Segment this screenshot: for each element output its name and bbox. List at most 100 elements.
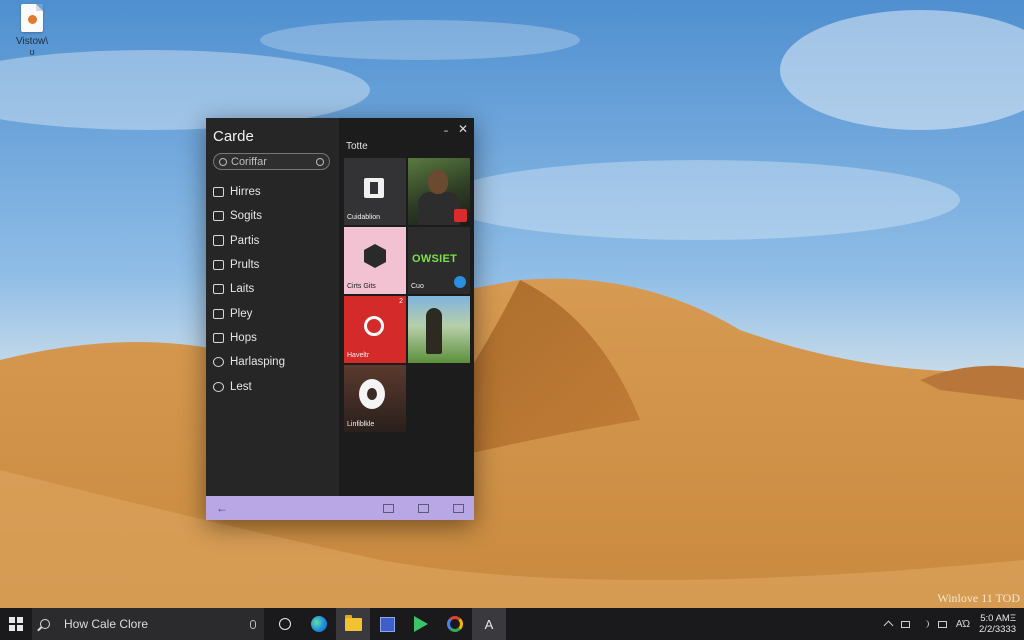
tile-caption: Cirts Gits bbox=[347, 283, 376, 290]
sidebar-search-input[interactable] bbox=[227, 155, 309, 168]
mic-icon[interactable] bbox=[250, 619, 256, 629]
sidebar-item-label: Partis bbox=[230, 234, 260, 247]
sidebar-item-hops[interactable]: Hops bbox=[213, 326, 337, 350]
sidebar-item-label: Laits bbox=[230, 283, 255, 296]
desktop-icon-sublabel: ʊ bbox=[29, 47, 35, 57]
clock-time: 5:0 ΑΜΞ bbox=[980, 613, 1016, 624]
content-pane: ˗ ✕ Totte Cuidablion Cirts Gits OWSIET C… bbox=[339, 118, 474, 496]
app-window: Carde Hirres Sogits Partis Prults bbox=[206, 118, 474, 520]
close-button[interactable]: ✕ bbox=[458, 121, 468, 137]
grid-icon bbox=[213, 235, 224, 247]
sidebar-item-hirres[interactable]: Hirres bbox=[213, 180, 337, 204]
tile-3[interactable]: Cirts Gits bbox=[344, 227, 406, 294]
taskbar-search[interactable] bbox=[32, 608, 264, 640]
sidebar-item-partis[interactable]: Partis bbox=[213, 229, 337, 253]
tile-caption: Linfiblkle bbox=[347, 421, 375, 428]
cortana-icon bbox=[279, 618, 291, 630]
clock-icon bbox=[213, 381, 224, 392]
taskbar-chrome[interactable] bbox=[438, 608, 472, 640]
font-app-icon: A bbox=[484, 616, 494, 632]
person-head bbox=[428, 170, 448, 194]
taskbar-search-input[interactable] bbox=[62, 616, 236, 632]
chrome-icon bbox=[447, 616, 463, 632]
tile-2[interactable] bbox=[408, 158, 470, 225]
layout-icon[interactable] bbox=[453, 503, 464, 513]
sidebar-item-label: Lest bbox=[230, 380, 252, 393]
start-button[interactable] bbox=[0, 608, 32, 640]
sidebar-item-laits[interactable]: Laits bbox=[213, 277, 337, 301]
sidebar-item-label: Harlasping bbox=[230, 356, 285, 369]
search-icon bbox=[219, 157, 227, 166]
minimize-button[interactable]: ˗ bbox=[444, 121, 448, 137]
sidebar-nav: Hirres Sogits Partis Prults Laits Pley H… bbox=[213, 180, 337, 399]
tile-7[interactable]: Linfiblkle bbox=[344, 365, 406, 432]
play-store-icon bbox=[414, 616, 428, 632]
sidebar-item-pley[interactable]: Pley bbox=[213, 301, 337, 325]
share-icon[interactable] bbox=[418, 503, 429, 513]
card-icon bbox=[213, 260, 224, 271]
app-logo-icon bbox=[364, 178, 384, 198]
app-logo-icon bbox=[359, 379, 385, 409]
tile-count: 2 bbox=[399, 298, 403, 305]
tile-caption: Haveltr bbox=[347, 352, 370, 359]
sidebar-item-harlasping[interactable]: Harlasping bbox=[213, 350, 337, 374]
taskbar-store[interactable] bbox=[370, 608, 404, 640]
person-figure bbox=[426, 308, 442, 354]
tile-5[interactable]: 2 Haveltr bbox=[344, 296, 406, 363]
taskbar: A ΑΏ 5:0 ΑΜΞ 2/2/3333 bbox=[0, 608, 1024, 640]
file-explorer-icon bbox=[344, 614, 362, 631]
sidebar-item-sogits[interactable]: Sogits bbox=[213, 204, 337, 228]
desktop-wallpaper bbox=[0, 0, 1024, 608]
search-icon bbox=[40, 619, 50, 629]
os-watermark: Winlove 11 TOD bbox=[937, 591, 1020, 605]
tile-caption: Cuidablion bbox=[347, 214, 381, 221]
sidebar-item-label: Sogits bbox=[230, 210, 262, 223]
sidebar-item-lest[interactable]: Lest bbox=[213, 374, 337, 398]
gear-icon bbox=[213, 357, 224, 368]
taskbar-cortana[interactable] bbox=[268, 608, 302, 640]
back-arrow-icon[interactable]: ← bbox=[216, 501, 228, 515]
desktop-icon-label: Vistow\ bbox=[15, 36, 49, 47]
sidebar-item-label: Hirres bbox=[230, 186, 261, 199]
music-icon bbox=[364, 316, 384, 336]
mic-icon[interactable] bbox=[316, 157, 324, 166]
windows-logo-icon bbox=[9, 617, 23, 631]
sidebar-item-prults[interactable]: Prults bbox=[213, 253, 337, 277]
sidebar-search[interactable] bbox=[213, 153, 330, 170]
hop-icon bbox=[213, 332, 224, 343]
app-title: Carde bbox=[213, 128, 254, 145]
tile-6[interactable] bbox=[408, 296, 470, 363]
list-icon bbox=[213, 211, 224, 222]
sidebar: Carde Hirres Sogits Partis Prults bbox=[206, 118, 339, 496]
taskbar-file-explorer[interactable] bbox=[336, 608, 370, 640]
desktop-file-icon[interactable]: Vistow\ ʊ bbox=[10, 4, 54, 57]
file-icon bbox=[21, 4, 43, 32]
taskbar-apps: A bbox=[268, 608, 506, 640]
tile-wordmark: OWSIET bbox=[412, 253, 458, 265]
tile-caption: Cuo bbox=[411, 283, 424, 290]
window-icon[interactable] bbox=[383, 503, 394, 513]
sidebar-item-label: Pley bbox=[230, 307, 253, 320]
taskbar-font-app[interactable]: A bbox=[472, 608, 506, 640]
sidebar-item-label: Hops bbox=[230, 331, 257, 344]
tile-1[interactable]: Cuidablion bbox=[344, 158, 406, 225]
network-icon[interactable] bbox=[900, 620, 910, 628]
clock[interactable]: 5:0 ΑΜΞ 2/2/3333 bbox=[979, 613, 1016, 635]
taskbar-edge[interactable] bbox=[302, 608, 336, 640]
tile-4[interactable]: OWSIET Cuo bbox=[408, 227, 470, 294]
language-indicator[interactable]: ΑΏ bbox=[956, 619, 970, 630]
hexagon-icon bbox=[364, 244, 386, 268]
system-tray: ΑΏ 5:0 ΑΜΞ 2/2/3333 bbox=[883, 613, 1024, 635]
tile-grid: Cuidablion Cirts Gits OWSIET Cuo 2 Havel… bbox=[344, 158, 470, 432]
bottom-bar: ← bbox=[206, 496, 474, 520]
store-icon bbox=[379, 616, 395, 632]
clock-date: 2/2/3333 bbox=[979, 624, 1016, 635]
home-icon bbox=[213, 187, 224, 198]
badge-icon bbox=[454, 209, 467, 222]
window-controls: ˗ ✕ bbox=[444, 121, 468, 137]
volume-icon[interactable] bbox=[919, 620, 929, 628]
tag-icon bbox=[213, 284, 224, 295]
chevron-up-icon[interactable] bbox=[883, 620, 894, 631]
taskbar-play-store[interactable] bbox=[404, 608, 438, 640]
battery-icon[interactable] bbox=[937, 620, 947, 628]
